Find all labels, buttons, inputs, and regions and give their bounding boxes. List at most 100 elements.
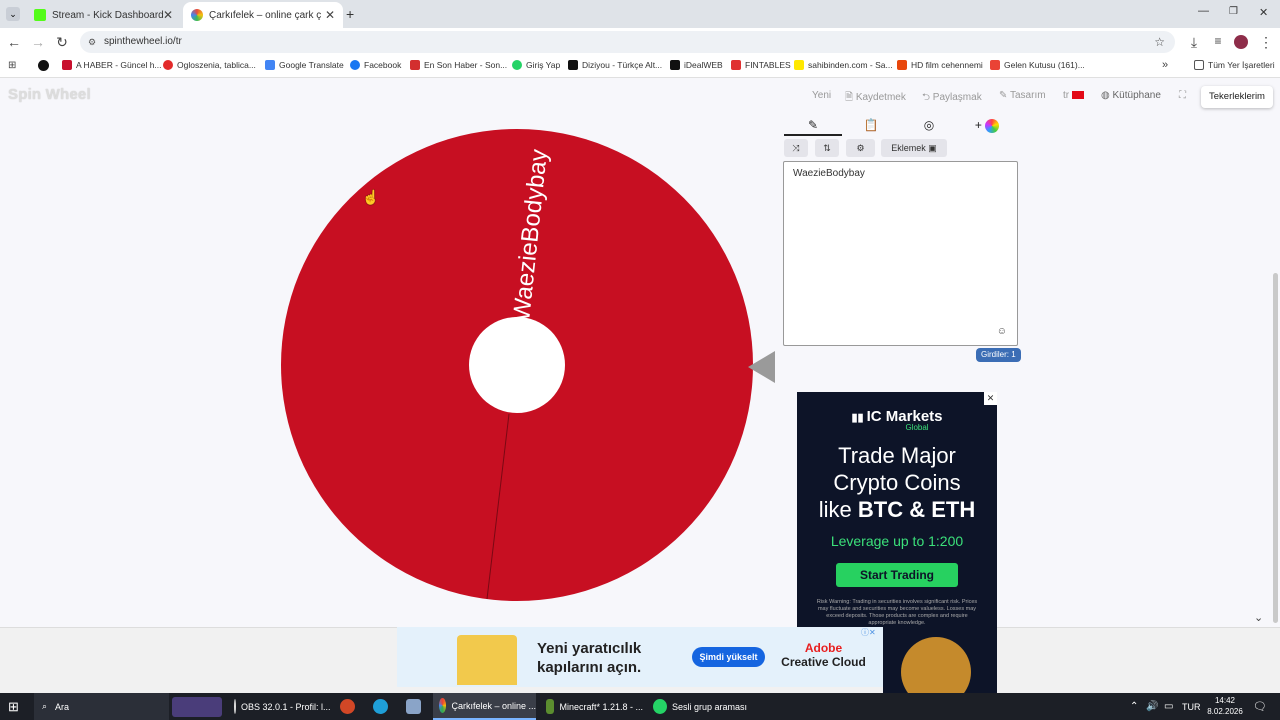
download-icon[interactable]: ⤓ [1186, 34, 1202, 51]
nav-design[interactable]: ✎ Tasarım [999, 90, 1046, 101]
bookmark-item[interactable]: Gelen Kutusu (161)... [990, 60, 1085, 70]
taskbar-app-chrome[interactable]: Çarkıfelek – online ... [433, 693, 536, 720]
bookmark-item[interactable]: Giriş Yap [512, 60, 560, 70]
bookmark-item[interactable]: A HABER - Güncel h... [62, 60, 162, 70]
bookmark-icon[interactable] [38, 60, 49, 71]
start-trading-button[interactable]: Start Trading [836, 563, 958, 587]
volume-icon[interactable]: 🔊 [1146, 693, 1158, 720]
bookmark-item[interactable]: iDealWEB [670, 60, 723, 70]
taskbar-app-powerpoint[interactable] [340, 693, 360, 720]
address-bar[interactable]: ⚙ spinthewheel.io/tr ☆ [80, 31, 1175, 53]
nav-share[interactable]: ⮌ Paylaşmak [922, 90, 982, 107]
bookmark-item[interactable]: sahibinden.com - Sa... [794, 60, 893, 70]
apps-grid-icon[interactable]: ⊞ [8, 60, 16, 71]
tray-language[interactable]: TUR [1182, 693, 1201, 720]
windows-start-icon[interactable]: ⊞ [8, 693, 19, 720]
site-info-icon[interactable]: ⚙ [88, 31, 96, 53]
tab-entries[interactable]: ✎ [784, 114, 842, 136]
app-icon [406, 699, 421, 714]
tab-close-icon[interactable]: ✕ [325, 8, 335, 22]
nav-new[interactable]: Yeni [812, 90, 831, 101]
entries-textarea[interactable]: WaezieBodybay ☺ [783, 161, 1018, 346]
upgrade-now-button[interactable]: Şimdi yükselt [692, 647, 765, 667]
add-image-button[interactable]: Eklemek ▣ [881, 139, 947, 157]
bookmark-item[interactable]: Diziyou - Türkçe Alt... [568, 60, 662, 70]
tray-chevron-icon[interactable]: ⌃ [1130, 693, 1138, 720]
tab-results[interactable]: 📋 [842, 114, 900, 136]
taskbar-search[interactable]: ⌕ Ara [34, 693, 169, 720]
bookmark-item[interactable]: Google Translate [265, 60, 344, 70]
bookmark-item[interactable]: Ogloszenia, tablica... [163, 60, 256, 70]
taskbar-app-minecraft[interactable]: Minecraft* 1.21.8 - ... [540, 693, 643, 720]
profile-avatar[interactable] [1234, 35, 1248, 49]
minimize-icon[interactable]: — [1198, 5, 1209, 17]
reload-icon[interactable]: ↻ [54, 34, 70, 51]
forward-icon[interactable]: → [30, 34, 46, 50]
taskbar-app-other[interactable] [406, 693, 426, 720]
ahaber-icon [62, 60, 72, 70]
powerpoint-icon [340, 699, 355, 714]
menu-kebab-icon[interactable]: ⋮ [1258, 34, 1274, 51]
fullscreen-icon[interactable]: ⛶ [1179, 90, 1186, 101]
whatsapp-icon [653, 699, 667, 714]
sort-button[interactable]: ⇅ [815, 139, 839, 157]
my-wheels-button[interactable]: Tekerleklerim [1201, 86, 1273, 108]
scrollbar[interactable] [1273, 273, 1278, 623]
taskbar-widget[interactable] [172, 693, 227, 720]
windows-taskbar: ⊞ ⌕ Ara OBS 32.0.1 - Profil: l... Çarkıfe… [0, 693, 1280, 720]
browser-tab-bar: ⌄ Stream - Kick Dashboard ✕ Çarkıfelek –… [0, 0, 1280, 28]
star-icon[interactable]: ☆ [1154, 31, 1165, 53]
entries-count-badge: Girdiler: 1 [976, 348, 1021, 362]
new-tab-icon[interactable]: + [346, 6, 354, 22]
taskbar-app-whatsapp[interactable]: Sesli grup araması [647, 693, 747, 720]
bookmark-item[interactable]: FINTABLES [731, 60, 791, 70]
fintables-icon [731, 60, 741, 70]
shuffle-button[interactable]: ⤨ [784, 139, 808, 157]
idealweb-icon [670, 60, 680, 70]
chrome-icon [439, 698, 447, 713]
cursor-hand-icon: ☝ [362, 189, 380, 205]
tab-kick-dashboard[interactable]: Stream - Kick Dashboard ✕ [26, 2, 181, 28]
ad-brand-sub: Global [905, 423, 929, 432]
gmail-icon [990, 60, 1000, 70]
bookmark-item[interactable]: Facebook [350, 60, 401, 70]
film-icon [897, 60, 907, 70]
back-icon[interactable]: ← [6, 34, 22, 50]
media-icon[interactable]: ≡ [1210, 34, 1226, 48]
taskbar-app-edge[interactable] [373, 693, 393, 720]
emoji-icon[interactable]: ☺ [997, 326, 1007, 337]
bookmark-item[interactable]: En Son Haber - Son... [410, 60, 507, 70]
site-logo[interactable]: Spin Wheel [8, 86, 91, 103]
ad-coin-image [883, 627, 997, 707]
settings-button[interactable]: ⚙ [846, 139, 875, 157]
nav-save[interactable]: 🗎 Kaydetmek [845, 90, 906, 107]
tab-hidden[interactable]: ◎ [900, 114, 958, 136]
tab-title: Stream - Kick Dashboard [52, 9, 164, 21]
all-bookmarks[interactable]: Tüm Yer İşaretleri [1194, 60, 1275, 70]
scroll-down-icon[interactable]: ⌄ [1254, 611, 1263, 624]
notifications-icon[interactable]: 🗨 [1253, 693, 1267, 720]
spin-wheel[interactable]: WaezieBodybay [270, 118, 764, 612]
ad-close-icon[interactable]: ✕ [984, 392, 997, 405]
close-window-icon[interactable]: ✕ [1259, 6, 1268, 19]
pencil-icon: ✎ [807, 118, 819, 132]
tab-carkifelek[interactable]: Çarkıfelek – online çark çevirme ✕ [183, 2, 343, 28]
network-icon[interactable]: ▭ [1164, 693, 1173, 720]
folder-icon [1194, 60, 1204, 70]
ad-banner-bottom[interactable]: Yeni yaratıcılık kapılarını açın. Şimdi … [397, 627, 883, 687]
nav-language[interactable]: tr [1063, 90, 1084, 101]
taskbar-app-obs[interactable]: OBS 32.0.1 - Profil: l... [230, 693, 331, 720]
more-bookmarks-icon[interactable]: » [1162, 59, 1168, 71]
restore-icon[interactable]: ❐ [1229, 6, 1238, 17]
tab-add-wheel[interactable]: + [958, 114, 1016, 136]
ad-info-icon[interactable]: ⓘ✕ [861, 627, 876, 638]
tab-close-icon[interactable]: ✕ [163, 8, 173, 22]
tab-search-button[interactable]: ⌄ [6, 7, 20, 21]
save-icon: 🗎 [845, 92, 856, 103]
wheel-favicon-icon [191, 9, 203, 21]
nav-library[interactable]: ◍ Kütüphane [1101, 90, 1161, 101]
wheel-center[interactable] [469, 317, 565, 413]
wheel-pointer [748, 351, 775, 383]
bookmark-item[interactable]: HD film cehennemi [897, 60, 983, 70]
tray-clock[interactable]: 14:42 8.02.2026 [1205, 695, 1245, 717]
